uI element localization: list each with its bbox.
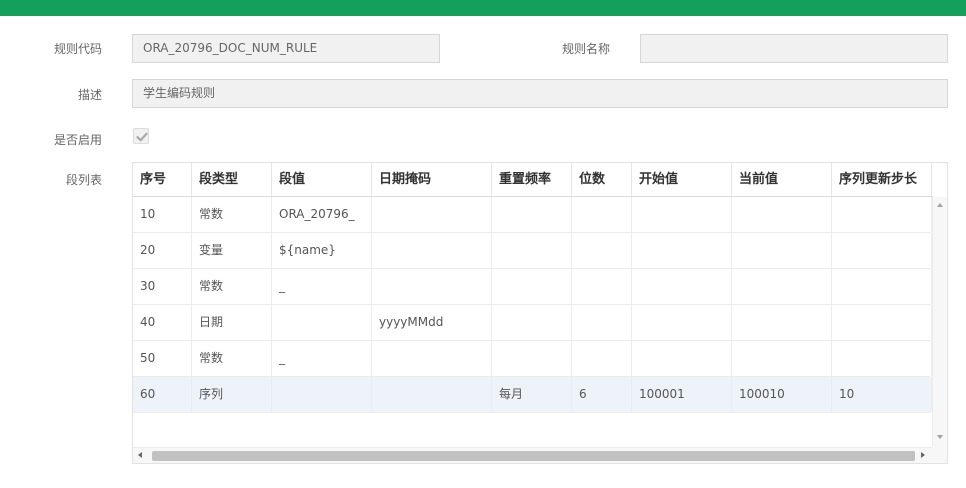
cell-reset-frequency[interactable] xyxy=(492,269,572,304)
cell-current-value[interactable] xyxy=(732,341,832,376)
check-icon xyxy=(136,132,148,142)
cell-digits[interactable] xyxy=(572,269,632,304)
table-row[interactable]: 30 常数 _ xyxy=(133,269,932,305)
scrollbar-corner xyxy=(932,447,947,463)
cell-seq[interactable]: 50 xyxy=(133,341,192,376)
cell-step[interactable] xyxy=(832,341,932,376)
cell-start-value[interactable] xyxy=(632,269,732,304)
col-header-digits[interactable]: 位数 xyxy=(572,163,632,196)
col-header-seq[interactable]: 序号 xyxy=(133,163,192,196)
cell-segment-value[interactable]: _ xyxy=(272,269,372,304)
cell-step[interactable]: 10 xyxy=(832,377,932,412)
cell-start-value[interactable] xyxy=(632,305,732,340)
col-header-start-value[interactable]: 开始值 xyxy=(632,163,732,196)
segments-label: 段列表 xyxy=(65,173,102,187)
vertical-scrollbar[interactable] xyxy=(932,197,947,447)
cell-segment-type[interactable]: 变量 xyxy=(192,233,272,268)
enabled-checkbox[interactable] xyxy=(133,128,149,144)
cell-date-mask[interactable] xyxy=(372,197,492,232)
col-header-current-value[interactable]: 当前值 xyxy=(732,163,832,196)
cell-step[interactable] xyxy=(832,197,932,232)
cell-reset-frequency[interactable] xyxy=(492,305,572,340)
cell-start-value[interactable]: 100001 xyxy=(632,377,732,412)
cell-segment-value[interactable]: _ xyxy=(272,341,372,376)
cell-seq[interactable]: 60 xyxy=(133,377,192,412)
rule-code-label: 规则代码 xyxy=(53,42,102,56)
cell-seq[interactable]: 20 xyxy=(133,233,192,268)
cell-segment-value[interactable]: ORA_20796_ xyxy=(272,197,372,232)
col-header-reset-frequency[interactable]: 重置频率 xyxy=(492,163,572,196)
arrow-left-icon[interactable] xyxy=(138,452,142,458)
col-header-segment-value[interactable]: 段值 xyxy=(272,163,372,196)
cell-current-value[interactable] xyxy=(732,197,832,232)
col-header-segment-type[interactable]: 段类型 xyxy=(192,163,272,196)
cell-date-mask[interactable]: yyyyMMdd xyxy=(372,305,492,340)
cell-seq[interactable]: 30 xyxy=(133,269,192,304)
cell-step[interactable] xyxy=(832,233,932,268)
cell-segment-type[interactable]: 序列 xyxy=(192,377,272,412)
description-label: 描述 xyxy=(77,88,102,102)
cell-date-mask[interactable] xyxy=(372,341,492,376)
cell-seq[interactable]: 40 xyxy=(133,305,192,340)
cell-digits[interactable] xyxy=(572,233,632,268)
top-accent-bar xyxy=(0,0,966,16)
arrow-up-icon[interactable] xyxy=(937,203,943,207)
rule-name-label: 规则名称 xyxy=(561,42,610,56)
horizontal-scrollbar[interactable] xyxy=(133,447,933,463)
cell-date-mask[interactable] xyxy=(372,233,492,268)
table-row[interactable]: 60 序列 每月 6 100001 100010 10 xyxy=(133,377,932,413)
grid-header: 序号 段类型 段值 日期掩码 重置频率 位数 开始值 当前值 序列更新步长 xyxy=(133,163,933,197)
cell-date-mask[interactable] xyxy=(372,269,492,304)
cell-step[interactable] xyxy=(832,269,932,304)
cell-current-value[interactable] xyxy=(732,305,832,340)
table-row[interactable]: 50 常数 _ xyxy=(133,341,932,377)
cell-start-value[interactable] xyxy=(632,197,732,232)
cell-current-value[interactable]: 100010 xyxy=(732,377,832,412)
cell-segment-type[interactable]: 常数 xyxy=(192,341,272,376)
table-row[interactable]: 40 日期 yyyyMMdd xyxy=(133,305,932,341)
cell-digits[interactable]: 6 xyxy=(572,377,632,412)
cell-step[interactable] xyxy=(832,305,932,340)
cell-reset-frequency[interactable] xyxy=(492,197,572,232)
arrow-down-icon[interactable] xyxy=(937,435,943,439)
cell-current-value[interactable] xyxy=(732,233,832,268)
cell-segment-type[interactable]: 日期 xyxy=(192,305,272,340)
cell-segment-value[interactable]: ${name} xyxy=(272,233,372,268)
cell-date-mask[interactable] xyxy=(372,377,492,412)
cell-segment-value[interactable] xyxy=(272,377,372,412)
cell-current-value[interactable] xyxy=(732,269,832,304)
cell-digits[interactable] xyxy=(572,197,632,232)
cell-segment-value[interactable] xyxy=(272,305,372,340)
segments-grid: 序号 段类型 段值 日期掩码 重置频率 位数 开始值 当前值 序列更新步长 10… xyxy=(132,162,948,464)
cell-segment-type[interactable]: 常数 xyxy=(192,197,272,232)
enabled-label: 是否启用 xyxy=(53,133,102,147)
cell-start-value[interactable] xyxy=(632,341,732,376)
cell-start-value[interactable] xyxy=(632,233,732,268)
table-row[interactable]: 20 变量 ${name} xyxy=(133,233,932,269)
rule-code-input[interactable]: ORA_20796_DOC_NUM_RULE xyxy=(132,34,440,63)
cell-reset-frequency[interactable] xyxy=(492,341,572,376)
cell-reset-frequency[interactable] xyxy=(492,233,572,268)
cell-seq[interactable]: 10 xyxy=(133,197,192,232)
arrow-right-icon[interactable] xyxy=(921,452,925,458)
col-header-date-mask[interactable]: 日期掩码 xyxy=(372,163,492,196)
horizontal-scroll-thumb[interactable] xyxy=(152,451,915,461)
cell-reset-frequency[interactable]: 每月 xyxy=(492,377,572,412)
cell-digits[interactable] xyxy=(572,305,632,340)
rule-name-input[interactable] xyxy=(640,34,948,63)
cell-digits[interactable] xyxy=(572,341,632,376)
table-row[interactable]: 10 常数 ORA_20796_ xyxy=(133,197,932,233)
col-header-step[interactable]: 序列更新步长 xyxy=(832,163,932,196)
cell-segment-type[interactable]: 常数 xyxy=(192,269,272,304)
description-input[interactable]: 学生编码规则 xyxy=(132,79,948,108)
